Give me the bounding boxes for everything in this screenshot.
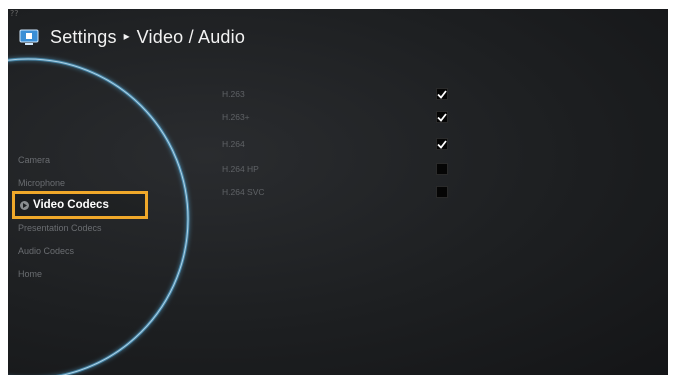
checkbox-h264-svc[interactable] [436,186,448,198]
menu-item-presentation-codecs[interactable]: Presentation Codecs [18,223,102,233]
checkmark-icon [437,112,447,122]
page-subtitle: Video / Audio [136,26,246,47]
checkmark-icon [437,139,447,149]
menu-item-audio-codecs[interactable]: Audio Codecs [18,246,74,256]
menu-item-video-codecs[interactable]: Video Codecs [12,191,148,219]
checkmark-icon [437,89,447,99]
page-header: Settings ▸ Video / Audio [18,23,245,51]
codec-label-h264-hp: H.264 HP [222,164,259,174]
menu-item-camera[interactable]: Camera [18,155,50,165]
page-title: Settings [50,26,117,47]
checkbox-h264-hp[interactable] [436,163,448,175]
codec-label-h263plus: H.263+ [222,112,250,122]
corner-label: ?? [10,9,19,18]
checkbox-h263plus[interactable] [436,111,448,123]
menu-item-home[interactable]: Home [18,269,42,279]
menu-item-microphone[interactable]: Microphone [18,178,65,188]
settings-screen: ?? Settings ▸ Video / Audio Camera Micro… [8,9,668,375]
checkbox-h264[interactable] [436,138,448,150]
codec-label-h264: H.264 [222,139,245,149]
codec-label-h264-svc: H.264 SVC [222,187,265,197]
menu-item-label: Video Codecs [33,199,109,211]
checkbox-h263[interactable] [436,88,448,100]
breadcrumb-separator: ▸ [123,29,130,43]
codec-label-h263: H.263 [222,89,245,99]
monitor-icon [18,28,40,46]
selected-bullet-icon [20,200,29,210]
